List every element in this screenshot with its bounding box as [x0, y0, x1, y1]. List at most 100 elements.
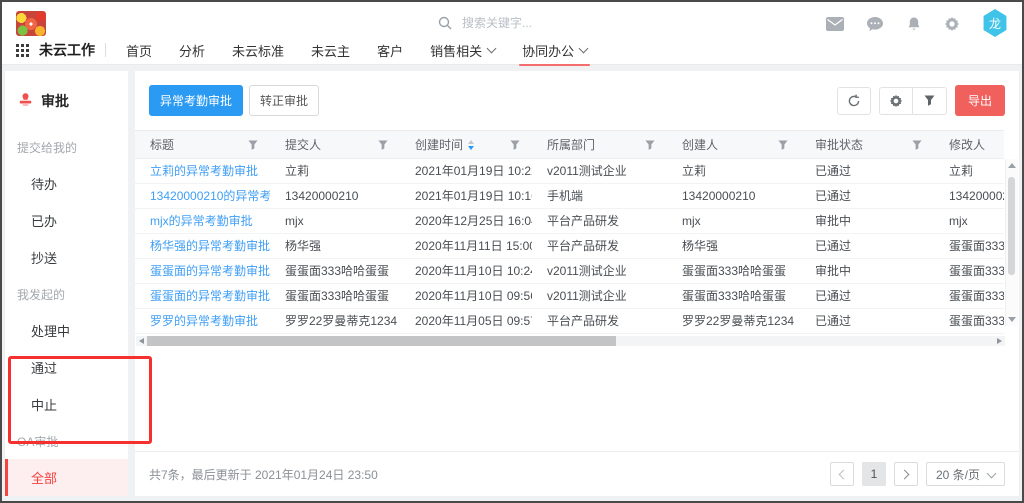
sidebar-sections: 提交给我的待办已办抄送我发起的处理中通过中止OA审批全部: [5, 129, 128, 496]
scroll-down-arrow-icon[interactable]: [1008, 317, 1016, 322]
export-button[interactable]: 导出: [955, 85, 1005, 116]
column-label: 创建人: [682, 136, 718, 153]
nav-item-label: 分析: [179, 41, 205, 60]
page-number[interactable]: 1: [862, 462, 886, 486]
column-header[interactable]: 创建时间: [400, 131, 532, 158]
nav-item-label: 未云标准: [232, 41, 284, 60]
mail-icon[interactable]: [826, 17, 844, 31]
settings-button[interactable]: [879, 87, 913, 115]
page-size-select[interactable]: 20 条/页: [926, 462, 1005, 486]
sidebar-item[interactable]: 中止: [5, 386, 128, 423]
tab-2[interactable]: 转正审批: [249, 85, 319, 116]
toolbar: 异常考勤审批转正审批 导出: [135, 71, 1019, 129]
sidebar-item[interactable]: 已办: [5, 202, 128, 239]
gear-icon[interactable]: [944, 16, 960, 32]
table-row[interactable]: mjx的异常考勤审批mjx2020年12月25日 16:04平台产品研发mjx审…: [135, 209, 1004, 234]
row-title-link[interactable]: mjx的异常考勤审批: [135, 210, 270, 233]
column-header[interactable]: 提交人: [270, 131, 400, 158]
horizontal-scroll-thumb[interactable]: [147, 336, 616, 346]
row-title-link[interactable]: 蛋蛋面的异常考勤审批: [135, 260, 270, 283]
filter-icon[interactable]: [778, 140, 788, 150]
nav-item-2[interactable]: 分析: [179, 41, 205, 60]
nav-item-3[interactable]: 未云标准: [232, 41, 284, 60]
row-title-link[interactable]: 蛋蛋面的异常考勤审批: [135, 285, 270, 308]
vertical-scroll-thumb[interactable]: [1008, 177, 1015, 275]
chevron-left-icon: [839, 469, 849, 479]
sidebar-item[interactable]: 通过: [5, 349, 128, 386]
table-cell: mjx: [667, 210, 800, 233]
sidebar-title: 审批: [41, 91, 69, 111]
sidebar-item[interactable]: 待办: [5, 165, 128, 202]
filter-icon[interactable]: [378, 140, 388, 150]
nav-item-6[interactable]: 销售相关: [430, 41, 495, 60]
table-row[interactable]: 蛋蛋面的异常考勤审批 蛋蛋面333哈哈蛋蛋 2020年11月10日 09:56v20…: [135, 284, 1004, 309]
table-body: 立莉的异常考勤审批立莉2021年01月19日 10:22v2011测试企业立莉已…: [135, 159, 1004, 334]
column-header[interactable]: 审批状态: [800, 131, 934, 158]
vertical-scrollbar[interactable]: [1005, 159, 1018, 326]
table-cell: 蛋蛋面333哈哈蛋蛋: [934, 260, 1004, 283]
nav-item-7[interactable]: 协同办公: [522, 41, 587, 60]
row-title-link[interactable]: 杨华强的异常考勤审批: [135, 235, 270, 258]
sidebar-item[interactable]: 全部: [5, 459, 128, 496]
table-cell: 杨华强: [667, 235, 800, 258]
user-avatar[interactable]: 龙: [982, 9, 1008, 37]
nav-item-1[interactable]: 首页: [126, 41, 152, 60]
workspace-name[interactable]: 未云工作: [39, 40, 95, 60]
table-row[interactable]: 蛋蛋面的异常考勤审批蛋蛋面333哈哈蛋蛋2020年11月10日 10:24v20…: [135, 259, 1004, 284]
table-row[interactable]: 杨华强的异常考勤审批杨华强2020年11月11日 15:00平台产品研发杨华强已…: [135, 234, 1004, 259]
chevron-down-icon: [579, 43, 589, 53]
scroll-up-arrow-icon[interactable]: [1008, 163, 1016, 168]
next-page-button[interactable]: [894, 462, 918, 486]
table-cell: 蛋蛋面333哈哈蛋蛋: [934, 235, 1004, 258]
nav-item-4[interactable]: 未云主: [311, 41, 350, 60]
nav-item-5[interactable]: 客户: [377, 41, 403, 60]
nav-bar: 未云工作 首页 分析 未云标准 未云主 客户 销售相关 协同办公: [2, 37, 1022, 63]
sort-icon[interactable]: [468, 140, 474, 150]
filter-icon[interactable]: [912, 140, 922, 150]
sidebar-section-label: 提交给我的: [5, 129, 128, 165]
sort-down-caret: [468, 146, 474, 150]
filter-icon[interactable]: [248, 140, 258, 150]
topbar-icons: 龙: [826, 11, 1008, 37]
page-size-value: 20 条/页: [936, 466, 980, 483]
column-header[interactable]: 标题: [135, 131, 270, 158]
column-label: 审批状态: [815, 136, 863, 153]
sidebar-section-label: 我发起的: [5, 276, 128, 312]
column-label: 所属部门: [547, 136, 595, 153]
table-cell: 2020年11月10日 09:56: [400, 285, 532, 308]
sidebar-item[interactable]: 处理中: [5, 312, 128, 349]
table-cell: 蛋蛋面333哈哈蛋蛋: [667, 285, 800, 308]
table-cell: 2021年01月19日 10:16: [400, 185, 532, 208]
search-input[interactable]: [460, 15, 644, 31]
table-cell: 已通过: [800, 285, 934, 308]
app-grid-icon[interactable]: [16, 44, 29, 57]
app-logo: [16, 11, 46, 36]
table-row[interactable]: 罗罗的异常考勤审批罗罗22罗曼蒂克12342020年11月05日 09:57平台…: [135, 309, 1004, 334]
table-cell: v2011测试企业: [532, 160, 667, 183]
table-cell: 2020年11月10日 10:24: [400, 260, 532, 283]
horizontal-scrollbar[interactable]: [136, 336, 1005, 346]
tab-1[interactable]: 异常考勤审批: [149, 85, 243, 116]
column-header[interactable]: 修改人: [934, 131, 1004, 158]
row-title-link[interactable]: 13420000210的异常考勤审批: [135, 185, 270, 208]
prev-page-button[interactable]: [830, 462, 854, 486]
filter-button[interactable]: [913, 87, 947, 115]
refresh-button[interactable]: [837, 87, 871, 115]
table-row[interactable]: 13420000210的异常考勤审批134200002102021年01月19日…: [135, 184, 1004, 209]
column-header[interactable]: 所属部门: [532, 131, 667, 158]
approval-stamp-icon: [18, 92, 33, 110]
table-header-row: 标题提交人创建时间所属部门 创建人 审批状态 修改人: [135, 131, 1004, 158]
filter-icon[interactable]: [510, 140, 520, 150]
filter-icon[interactable]: [645, 140, 655, 150]
row-title-link[interactable]: 立莉的异常考勤审批: [135, 160, 270, 183]
column-header[interactable]: 创建人: [667, 131, 800, 158]
scroll-right-arrow-icon[interactable]: [997, 338, 1002, 344]
chat-icon[interactable]: [866, 16, 884, 32]
row-title-link[interactable]: 罗罗的异常考勤审批: [135, 310, 270, 333]
bell-icon[interactable]: [906, 16, 922, 32]
scroll-left-arrow-icon[interactable]: [139, 338, 144, 344]
global-search[interactable]: [438, 13, 668, 33]
table-cell: v2011测试企业: [532, 285, 667, 308]
sidebar-item[interactable]: 抄送: [5, 239, 128, 276]
table-row[interactable]: 立莉的异常考勤审批立莉2021年01月19日 10:22v2011测试企业立莉已…: [135, 159, 1004, 184]
